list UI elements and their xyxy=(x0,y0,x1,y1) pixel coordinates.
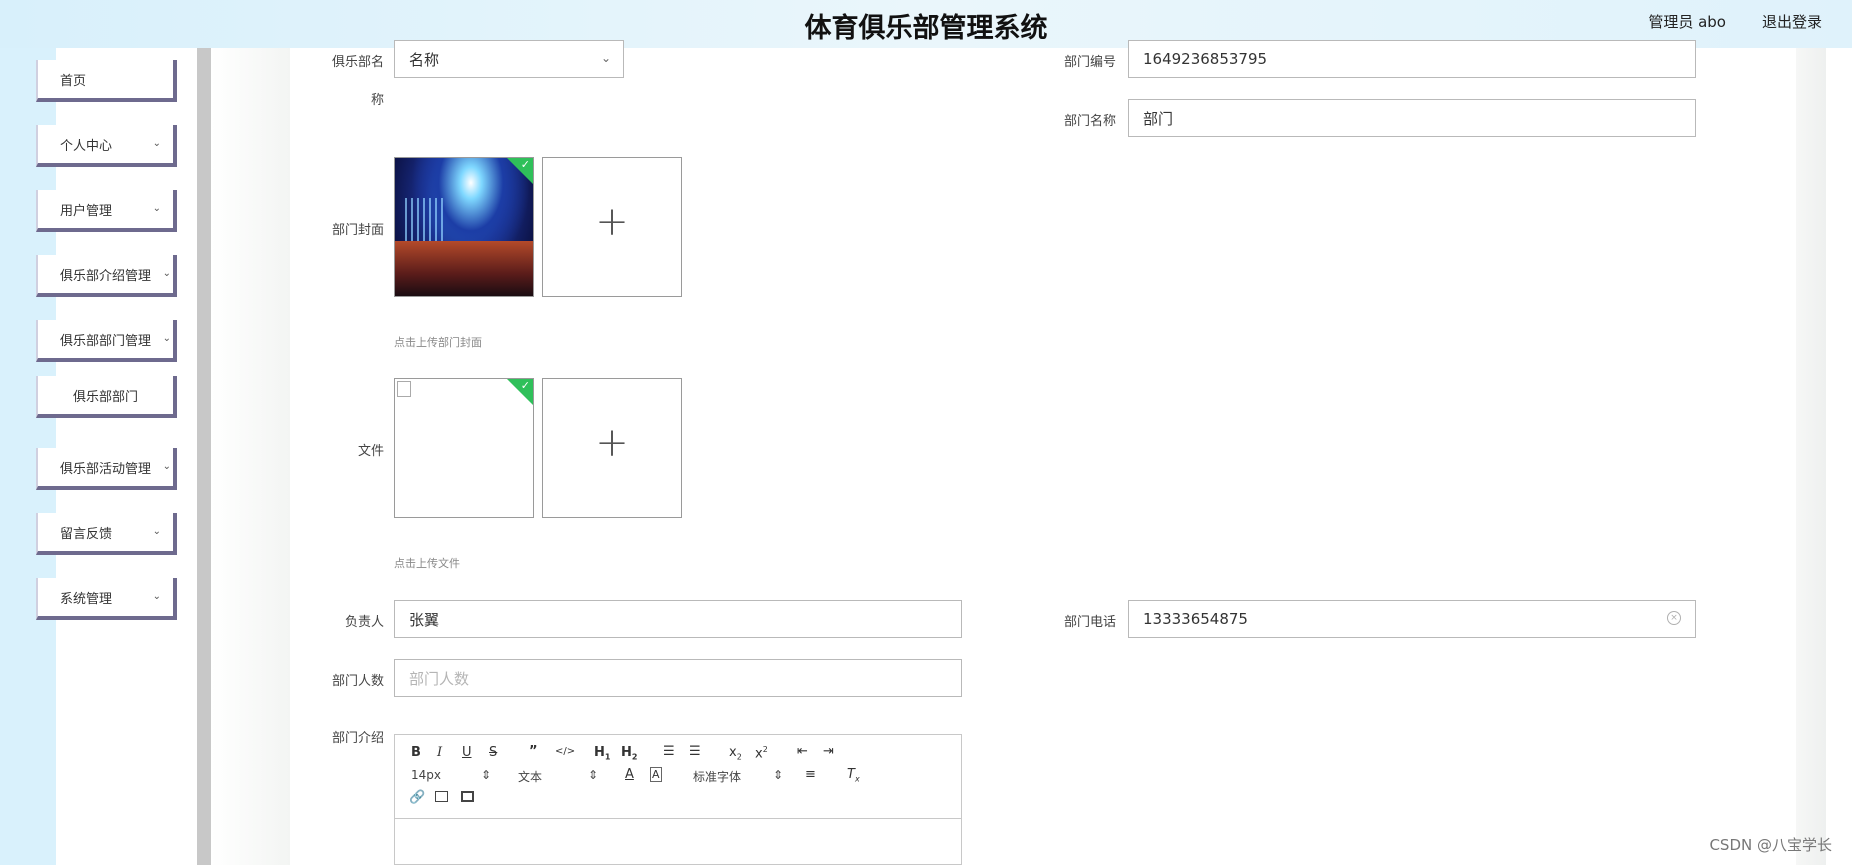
video-icon[interactable] xyxy=(461,791,474,802)
bold-icon[interactable]: B xyxy=(411,745,421,760)
sidebar-divider xyxy=(197,48,211,865)
background-color-icon[interactable]: A xyxy=(650,767,662,782)
sidebar-item-label: 俱乐部部门 xyxy=(72,389,138,405)
font-family-arrows-icon: ⇕ xyxy=(773,768,784,782)
watermark: CSDN @八宝学长 xyxy=(1709,836,1832,854)
align-icon[interactable]: ≡ xyxy=(805,767,816,782)
sidebar-item-feedback[interactable]: 留言反馈 ⌄ xyxy=(36,513,177,555)
cover-upload-hint: 点击上传部门封面 xyxy=(394,336,482,349)
sidebar-item-club-intro[interactable]: 俱乐部介绍管理 ⌄ xyxy=(36,255,177,297)
club-name-label-wrap: 称 xyxy=(370,93,384,108)
indent-icon[interactable]: ⇥ xyxy=(823,744,834,759)
heading2-icon[interactable]: H2 xyxy=(621,745,637,762)
cover-upload-button[interactable]: + xyxy=(542,157,682,297)
outdent-icon[interactable]: ⇤ xyxy=(797,744,808,759)
ordered-list-icon[interactable]: ☰ xyxy=(663,744,675,759)
logout-link[interactable]: 退出登录 xyxy=(1762,11,1822,32)
code-icon[interactable]: </> xyxy=(555,746,575,757)
sidebar-item-label: 俱乐部活动管理 xyxy=(60,461,152,477)
clear-icon[interactable]: × xyxy=(1667,611,1681,625)
file-preview[interactable]: ✓ xyxy=(394,378,534,518)
phone-input[interactable]: 13333654875 × xyxy=(1128,600,1696,638)
superscript-icon[interactable]: x2 xyxy=(755,745,768,761)
subscript-icon[interactable]: x2 xyxy=(729,745,742,762)
broken-image-icon xyxy=(397,381,411,397)
decor-floor xyxy=(395,241,533,296)
club-name-label: 俱乐部名 xyxy=(331,55,384,70)
cover-image[interactable]: ✓ xyxy=(394,157,534,297)
text-style-select[interactable]: 文本 xyxy=(518,768,542,785)
sidebar-item-label: 俱乐部介绍管理 xyxy=(60,268,152,284)
phone-input-value: 13333654875 xyxy=(1143,610,1248,628)
plus-icon: + xyxy=(595,199,629,245)
font-color-icon[interactable]: A xyxy=(625,767,634,782)
sidebar-item-club-dept[interactable]: 俱乐部部门管理 ⌄ xyxy=(36,320,177,362)
plus-icon: + xyxy=(595,420,629,466)
link-icon[interactable]: 🔗 xyxy=(409,790,425,805)
sidebar-item-system[interactable]: 系统管理 ⌄ xyxy=(36,578,177,620)
chevron-down-icon: ⌄ xyxy=(162,461,171,472)
chevron-down-icon: ⌄ xyxy=(152,526,161,537)
sidebar-item-club-activity[interactable]: 俱乐部活动管理 ⌄ xyxy=(36,448,177,490)
dept-name-input[interactable]: 部门 xyxy=(1128,99,1696,137)
underline-icon[interactable]: U xyxy=(462,745,472,760)
leader-label: 负责人 xyxy=(344,615,384,630)
club-name-select[interactable]: 名称 ⌄ xyxy=(394,40,624,78)
sidebar-item-label: 系统管理 xyxy=(60,591,113,607)
chevron-down-icon: ⌄ xyxy=(152,138,161,149)
chevron-down-icon: ⌄ xyxy=(152,203,161,214)
italic-icon[interactable]: I xyxy=(437,745,442,760)
count-label: 部门人数 xyxy=(331,674,384,689)
count-input[interactable]: 部门人数 xyxy=(394,659,962,697)
sidebar-subitem-club-dept[interactable]: 俱乐部部门 xyxy=(36,376,177,418)
text-style-arrows-icon: ⇕ xyxy=(588,768,599,782)
sidebar-item-label: 留言反馈 xyxy=(60,526,113,542)
scrollbar-track[interactable] xyxy=(1826,48,1852,865)
dept-no-input[interactable]: 1649236853795 xyxy=(1128,40,1696,78)
strike-icon[interactable]: S xyxy=(489,745,497,760)
cover-label: 部门封面 xyxy=(331,223,384,238)
editor-toolbar: B I U S ” </> H1 H2 ☰ ☰ x2 x2 ⇤ ⇥ 14px ⇕… xyxy=(395,735,961,819)
background-band xyxy=(211,48,290,865)
check-icon: ✓ xyxy=(520,158,530,171)
chevron-down-icon: ⌄ xyxy=(162,268,171,279)
clear-format-icon[interactable]: Tx xyxy=(847,767,860,784)
file-label: 文件 xyxy=(357,444,384,459)
bullet-list-icon[interactable]: ☰ xyxy=(689,744,701,759)
leader-input[interactable]: 张翼 xyxy=(394,600,962,638)
check-icon: ✓ xyxy=(520,379,530,392)
sidebar-item-home[interactable]: 首页 xyxy=(36,60,177,102)
dept-name-label: 部门名称 xyxy=(1063,114,1116,129)
sidebar-item-user-management[interactable]: 用户管理 ⌄ xyxy=(36,190,177,232)
current-user: 管理员 abo xyxy=(1648,13,1726,31)
image-icon[interactable] xyxy=(435,791,448,802)
font-family-select[interactable]: 标准字体 xyxy=(693,768,741,785)
file-upload-button[interactable]: + xyxy=(542,378,682,518)
file-upload-hint: 点击上传文件 xyxy=(394,557,460,570)
sidebar-item-label: 用户管理 xyxy=(60,203,113,219)
sidebar-item-personal-center[interactable]: 个人中心 ⌄ xyxy=(36,125,177,167)
dept-no-label: 部门编号 xyxy=(1063,55,1116,70)
background-band-right xyxy=(1796,48,1826,865)
intro-label: 部门介绍 xyxy=(331,731,384,746)
club-name-select-value: 名称 xyxy=(409,50,440,69)
chevron-down-icon: ⌄ xyxy=(600,51,611,65)
font-size-arrows-icon: ⇕ xyxy=(481,768,492,782)
chevron-down-icon: ⌄ xyxy=(162,333,171,344)
heading1-icon[interactable]: H1 xyxy=(594,745,610,762)
quote-icon[interactable]: ” xyxy=(529,744,538,759)
chevron-down-icon: ⌄ xyxy=(152,591,161,602)
rich-text-editor[interactable]: B I U S ” </> H1 H2 ☰ ☰ x2 x2 ⇤ ⇥ 14px ⇕… xyxy=(394,734,962,865)
phone-label: 部门电话 xyxy=(1063,615,1116,630)
sidebar-item-label: 首页 xyxy=(60,73,87,89)
sidebar-item-label: 俱乐部部门管理 xyxy=(60,333,152,349)
font-size-select[interactable]: 14px xyxy=(411,768,441,782)
sidebar-item-label: 个人中心 xyxy=(60,138,113,154)
